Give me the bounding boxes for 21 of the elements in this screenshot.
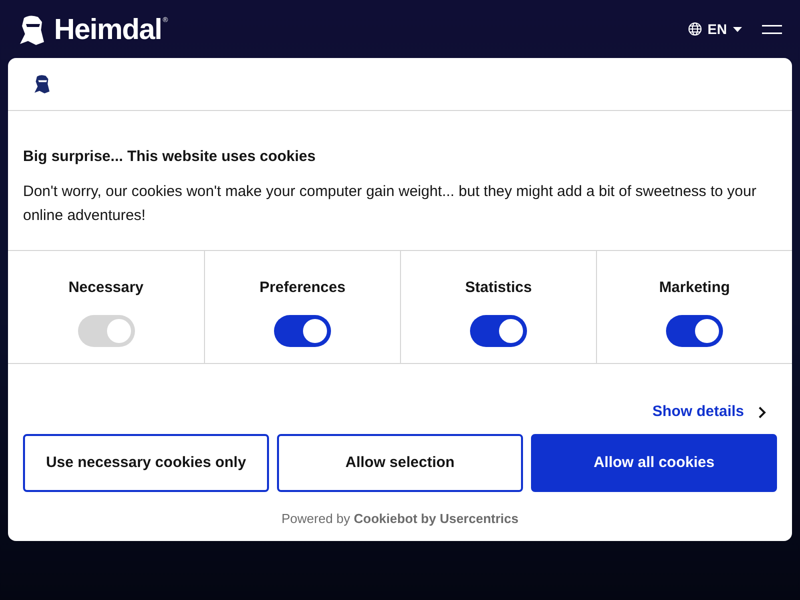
toggle-switch[interactable] (274, 314, 331, 346)
brand-name: Heimdal (54, 16, 162, 44)
category-label: Preferences (260, 278, 346, 298)
globe-icon (688, 22, 702, 36)
chevron-right-icon (758, 406, 766, 418)
allow-all-button[interactable]: Allow all cookies (531, 434, 777, 492)
toggle-switch[interactable] (470, 314, 527, 346)
category-label: Marketing (659, 278, 730, 298)
toggle-switch[interactable] (666, 314, 723, 346)
dialog-title: Big surprise... This website uses cookies (23, 147, 317, 167)
menu-icon[interactable] (762, 24, 782, 34)
show-details-link[interactable]: Show details (652, 400, 766, 424)
language-selector[interactable]: EN (688, 18, 742, 40)
helmet-logo-icon (32, 73, 52, 95)
caret-icon (733, 26, 742, 32)
cookie-choice-button[interactable]: Use necessary cookies only (23, 434, 269, 492)
category-label: Necessary (68, 278, 144, 298)
cookie-choice-button[interactable]: Allow selection (277, 434, 523, 492)
dialog-body: Don't worry, our cookies won't make your computer gain weight... but they might add a bit of sweetness to your online adventures! (23, 182, 758, 226)
powered-by-text: Powered by Cookiebot by Usercentrics (280, 510, 520, 528)
category-label: Statistics (465, 278, 532, 298)
